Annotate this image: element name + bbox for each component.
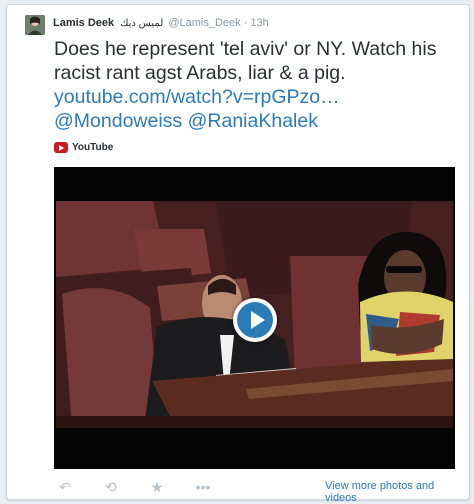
separator-dot: ·: [243, 17, 248, 29]
author-handle[interactable]: @Lamis_Deek: [168, 17, 240, 29]
tweet-card: Lamis Deek لميس ديك @Lamis_Deek · 13h Do…: [6, 4, 470, 504]
mention-mondoweiss[interactable]: @Mondoweiss: [54, 110, 182, 132]
mention-raniakhalek[interactable]: @RaniaKhalek: [188, 110, 318, 132]
avatar[interactable]: [25, 15, 45, 35]
view-more-link[interactable]: View more photos and videos: [325, 480, 469, 504]
media-source[interactable]: YouTube: [54, 142, 113, 153]
tweet-text: Does he represent 'tel aviv' or NY. Watc…: [54, 37, 464, 133]
play-button[interactable]: [233, 298, 277, 342]
tweet-actions: ↶ ⟲ ★ •••: [54, 479, 214, 496]
tweet-body: Does he represent 'tel aviv' or NY. Watc…: [54, 38, 437, 84]
reply-icon[interactable]: ↶: [54, 479, 76, 496]
video-player[interactable]: [54, 167, 455, 469]
retweet-icon[interactable]: ⟲: [100, 479, 122, 496]
author-name[interactable]: Lamis Deek: [53, 17, 114, 29]
youtube-icon: [54, 142, 68, 153]
favorite-icon[interactable]: ★: [146, 479, 168, 496]
more-icon[interactable]: •••: [192, 479, 214, 496]
source-label: YouTube: [72, 142, 114, 153]
timestamp[interactable]: 13h: [250, 17, 268, 29]
tweet-url-link[interactable]: youtube.com/watch?v=rpGPzo…: [54, 86, 340, 108]
tweet-header: Lamis Deek لميس ديك @Lamis_Deek · 13h: [53, 17, 269, 29]
video-thumbnail[interactable]: [56, 201, 453, 428]
author-name-arabic: لميس ديك: [120, 18, 164, 29]
